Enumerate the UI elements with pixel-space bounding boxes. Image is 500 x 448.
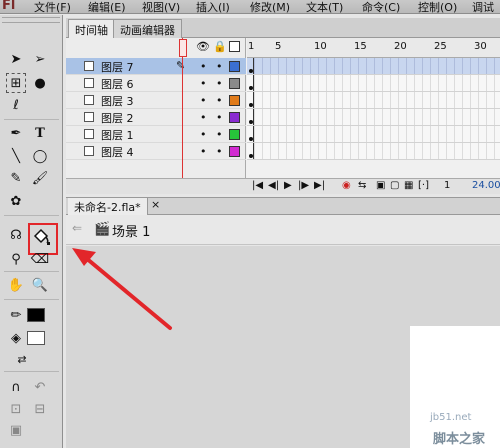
watermark-name: 脚本之家	[433, 432, 486, 447]
watermark-site: jb51.net	[430, 412, 472, 423]
annotation-arrow	[72, 248, 172, 330]
